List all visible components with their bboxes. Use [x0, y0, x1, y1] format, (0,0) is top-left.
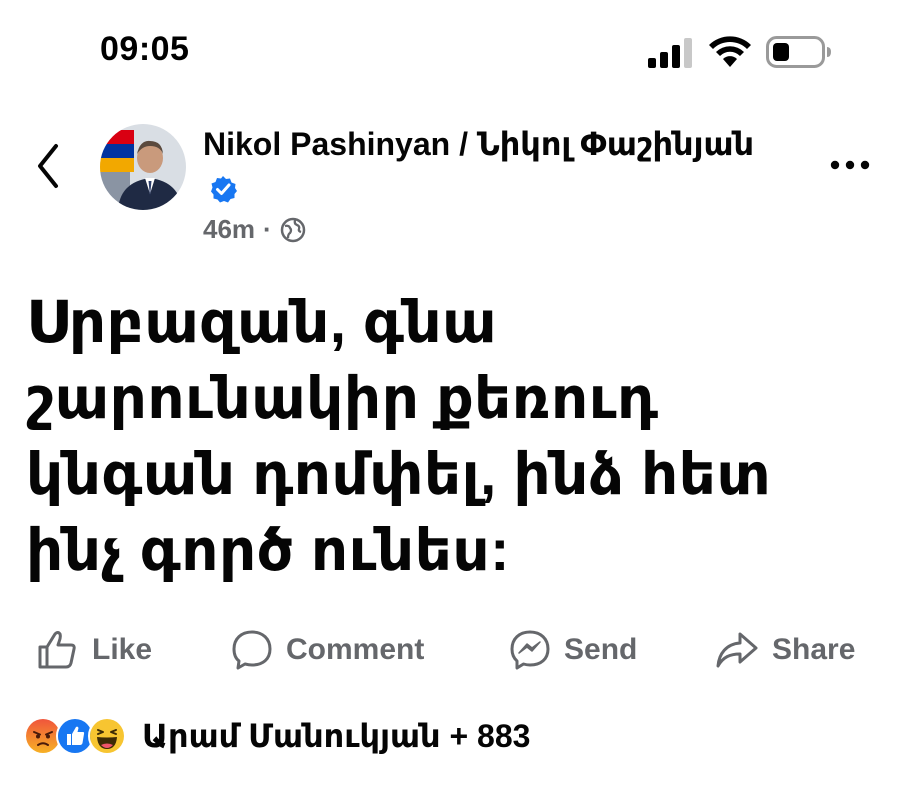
- meta-separator: ·: [263, 214, 272, 244]
- post-action-bar: Like Comment Send Share: [0, 620, 900, 684]
- like-button[interactable]: Like: [36, 628, 152, 672]
- post-header: Nikol Pashinyan / Նիկոլ Փաշինյան 46m ·: [203, 122, 763, 245]
- reaction-icons: [24, 717, 126, 755]
- status-time: 09:05: [100, 30, 190, 68]
- comment-icon: [232, 630, 272, 670]
- author-name-text[interactable]: Nikol Pashinyan / Նիկոլ Փաշինյան: [203, 126, 754, 162]
- more-options-icon[interactable]: [828, 150, 872, 180]
- post-time[interactable]: 46m: [203, 214, 255, 245]
- haha-reaction-icon: [88, 717, 126, 755]
- share-arrow-icon: [716, 632, 758, 668]
- post-meta: 46m ·: [203, 214, 763, 245]
- thumbs-up-icon: [38, 631, 76, 669]
- back-button[interactable]: [28, 140, 72, 192]
- send-label: Send: [564, 633, 638, 666]
- globe-icon: [280, 217, 305, 242]
- author-avatar[interactable]: [100, 124, 186, 210]
- battery-low-icon: [766, 36, 831, 68]
- post-text: Սրբազան, գնա շարունակիր քեռուդ կնգան դոմ…: [26, 290, 772, 583]
- like-label: Like: [92, 633, 153, 666]
- verified-badge-icon: [211, 176, 237, 203]
- status-bar: 09:05: [0, 0, 900, 100]
- reactions-row[interactable]: Արամ Մանուկյան + 883: [24, 712, 530, 760]
- author-name[interactable]: Nikol Pashinyan / Նիկոլ Փաշինյան: [203, 122, 763, 210]
- comment-label: Comment: [286, 633, 425, 666]
- send-button[interactable]: Send: [508, 628, 637, 672]
- wifi-icon: [709, 36, 751, 67]
- share-button[interactable]: Share: [714, 628, 855, 672]
- avatar-image: [100, 124, 186, 210]
- share-label: Share: [772, 633, 856, 666]
- cellular-signal-icon: [648, 38, 692, 68]
- comment-button[interactable]: Comment: [230, 628, 424, 672]
- reactions-summary[interactable]: Արամ Մանուկյան + 883: [142, 717, 530, 755]
- messenger-icon: [510, 630, 550, 670]
